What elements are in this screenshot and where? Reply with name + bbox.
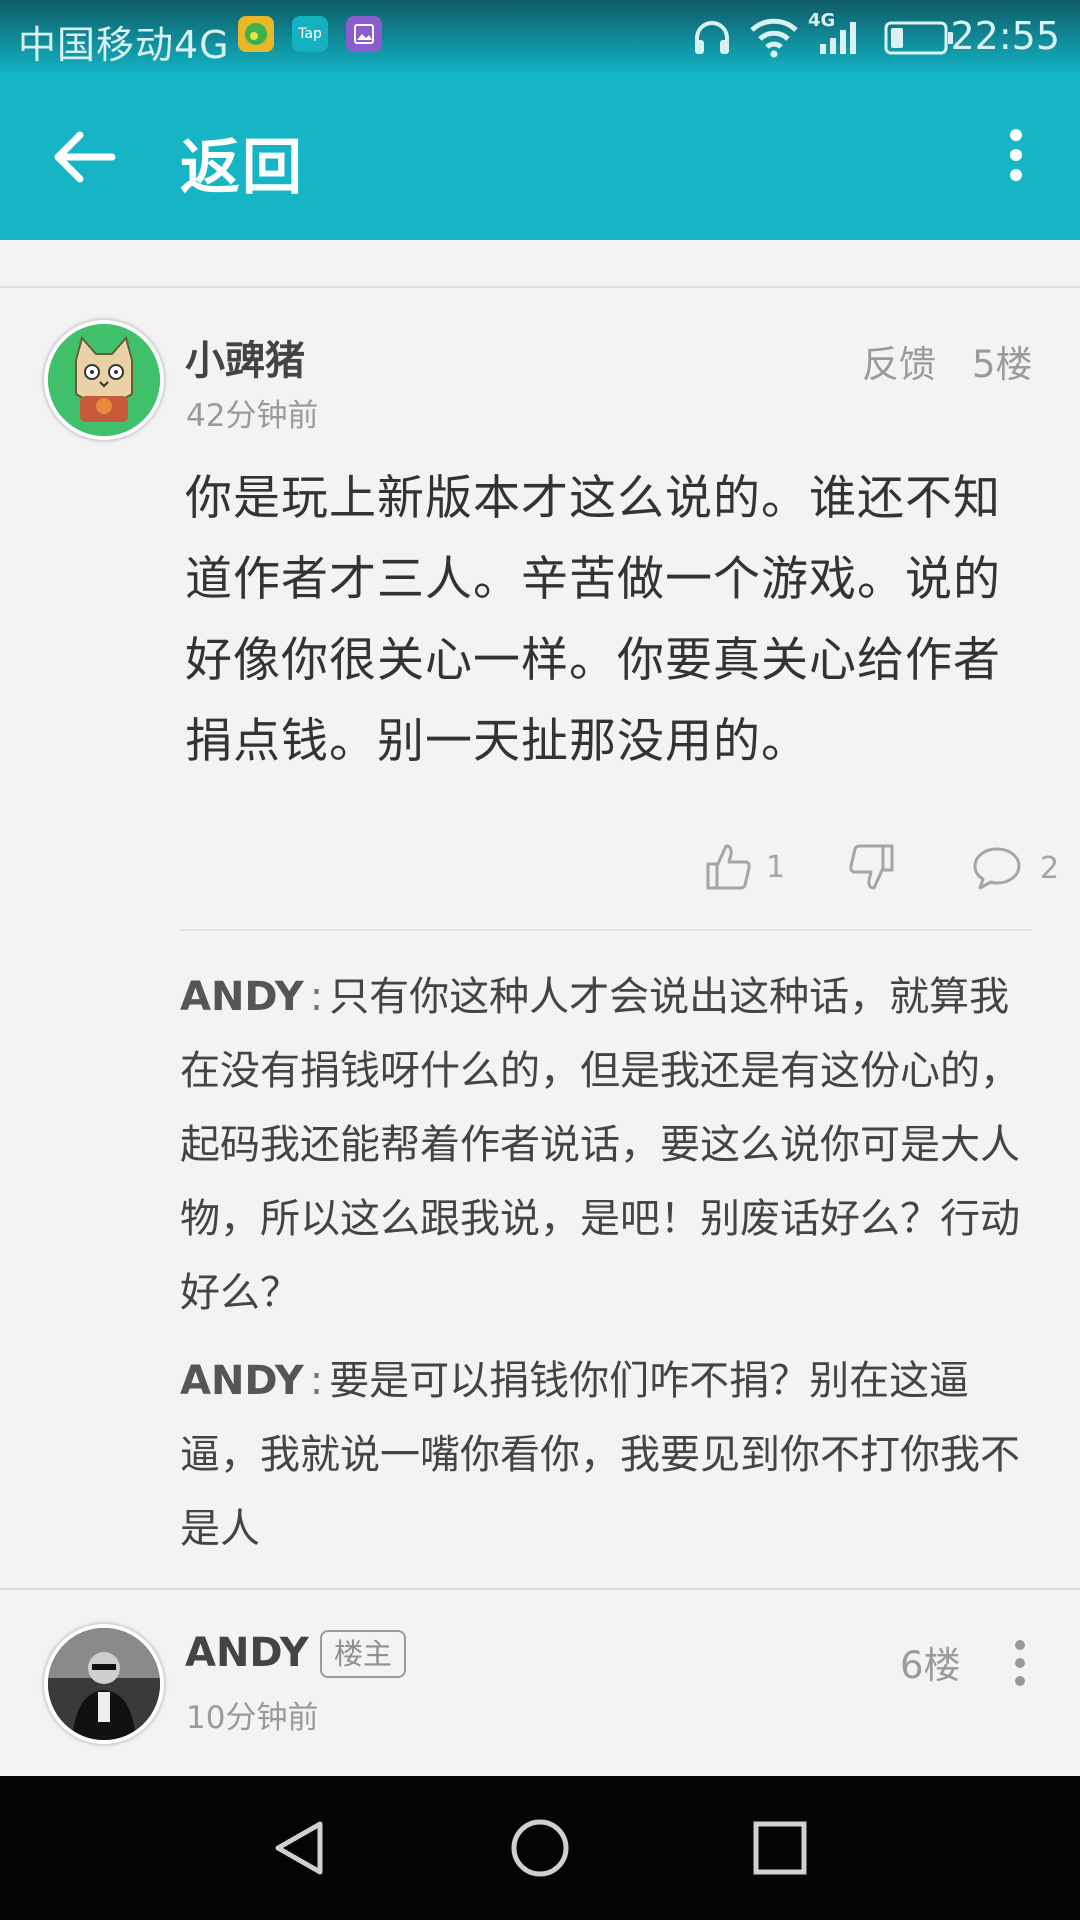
timestamp: 10分钟前 [186, 1700, 319, 1736]
more-vertical-icon [996, 129, 1036, 181]
reply-item[interactable]: ANDY: 要是可以捐钱你们咋不捐？别在这逼逼，我就说一嘴你看你，我要见到你不打你… [180, 1344, 1042, 1566]
app-bar: 返回 [0, 75, 1080, 240]
thumbs-down-icon [849, 844, 894, 890]
username[interactable]: ANDY [185, 1630, 309, 1676]
headphones-icon [695, 21, 729, 54]
username[interactable]: 小豍猪 [185, 328, 305, 386]
taptap-icon: Tap [292, 16, 328, 52]
circle-home-icon [511, 1819, 569, 1877]
clock: 22:55 [950, 14, 1060, 58]
wifi-icon [750, 18, 798, 58]
page-title: 返回 [180, 133, 304, 203]
battery-icon [884, 21, 953, 55]
carrier-label: 中国移动4G [18, 23, 230, 67]
timestamp: 42分钟前 [186, 398, 319, 434]
taptap-label: Tap [298, 26, 322, 42]
reply-separator: : [309, 974, 324, 1020]
floor-label: 6楼 [900, 1644, 961, 1687]
status-bar: 中国移动4G Tap 4G 22:55 [0, 0, 1080, 75]
overflow-menu-button[interactable] [996, 123, 1036, 193]
reply-author[interactable]: ANDY [180, 1358, 304, 1404]
divider [180, 929, 1032, 931]
avatar[interactable] [44, 1624, 164, 1744]
comment-body: 你是玩上新版本才这么说的。谁还不知道作者才三人。辛苦做一个游戏。说的好像你很关心… [185, 471, 1001, 769]
system-nav-bar [0, 1776, 1080, 1920]
nav-recents-button[interactable] [752, 1820, 808, 1880]
comment-more-button[interactable] [1008, 1640, 1032, 1686]
reply-item[interactable]: ANDY: 只有你这种人才会说出这种话，就算我在没有捐钱呀什么的，但是我还是有这份… [180, 960, 1042, 1330]
like-button[interactable]: 1 [704, 842, 785, 892]
comment-bubble-icon [973, 847, 1021, 890]
qq-music-icon [238, 16, 274, 52]
op-badge: 楼主 [320, 1630, 407, 1678]
nav-home-button[interactable] [510, 1818, 570, 1882]
triangle-back-icon [275, 1821, 323, 1875]
cat-avatar-icon [48, 324, 160, 436]
nav-back-button[interactable] [270, 1818, 326, 1882]
reply-count: 2 [1040, 850, 1060, 886]
reply-button[interactable]: 2 [972, 846, 1059, 890]
avatar[interactable] [44, 320, 164, 440]
more-vertical-icon [1008, 1640, 1032, 1686]
feedback-link[interactable]: 反馈 [862, 334, 936, 388]
divider [0, 1588, 1080, 1590]
divider [0, 286, 1080, 288]
like-count: 1 [766, 849, 786, 885]
floor-label: 5楼 [972, 343, 1033, 386]
dislike-button[interactable] [848, 842, 896, 892]
reply-text: 只有你这种人才会说出这种话，就算我在没有捐钱呀什么的，但是我还是有这份心的，起码… [180, 974, 1020, 1316]
gallery-icon [346, 16, 382, 52]
arrow-left-icon [54, 131, 116, 183]
reply-separator: : [309, 1358, 324, 1404]
signal-icon [820, 22, 856, 54]
square-recents-icon [753, 1821, 807, 1875]
person-avatar-icon [48, 1628, 160, 1740]
reply-text: 要是可以捐钱你们咋不捐？别在这逼逼，我就说一嘴你看你，我要见到你不打你我不是人 [180, 1358, 1020, 1552]
thumbs-up-icon [706, 844, 751, 890]
back-button[interactable] [50, 127, 120, 187]
reply-author[interactable]: ANDY [180, 974, 304, 1020]
